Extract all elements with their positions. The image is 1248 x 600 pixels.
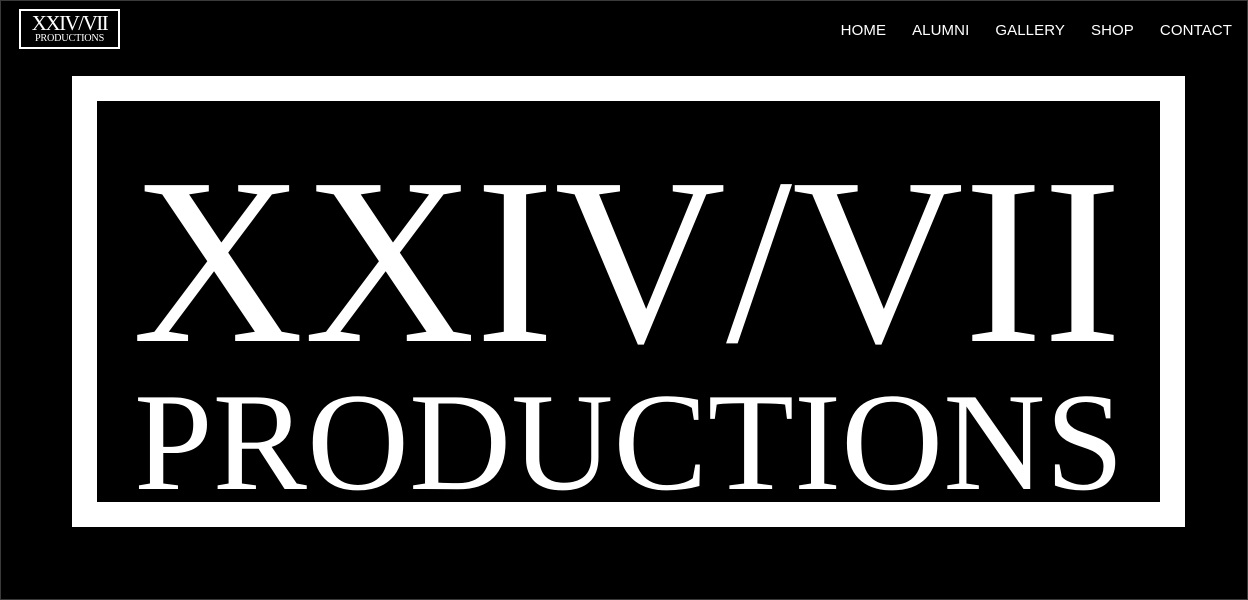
hero-logo: XXIV/VII PRODUCTIONS (72, 76, 1185, 527)
main-nav: HOME ALUMNI GALLERY SHOP CONTACT (815, 22, 1232, 40)
header-logo-link[interactable]: XXIV/VII PRODUCTIONS (19, 9, 120, 49)
header-logo-line2: PRODUCTIONS (34, 32, 105, 44)
nav-contact-link[interactable]: CONTACT (1160, 22, 1232, 40)
nav-alumni-link[interactable]: ALUMNI (912, 22, 969, 40)
nav-gallery-link[interactable]: GALLERY (995, 22, 1065, 40)
nav-home-link[interactable]: HOME (841, 22, 886, 40)
hero-logo-line1: XXIV/VII (132, 130, 1122, 393)
hero-logo-line2: PRODUCTIONS (134, 365, 1124, 502)
nav-shop-link[interactable]: SHOP (1091, 22, 1134, 40)
hero-logo-graphic: XXIV/VII PRODUCTIONS (132, 130, 1124, 502)
hero-logo-inner: XXIV/VII PRODUCTIONS (97, 101, 1160, 502)
header-logo-line1: XXIV/VII (31, 10, 109, 35)
